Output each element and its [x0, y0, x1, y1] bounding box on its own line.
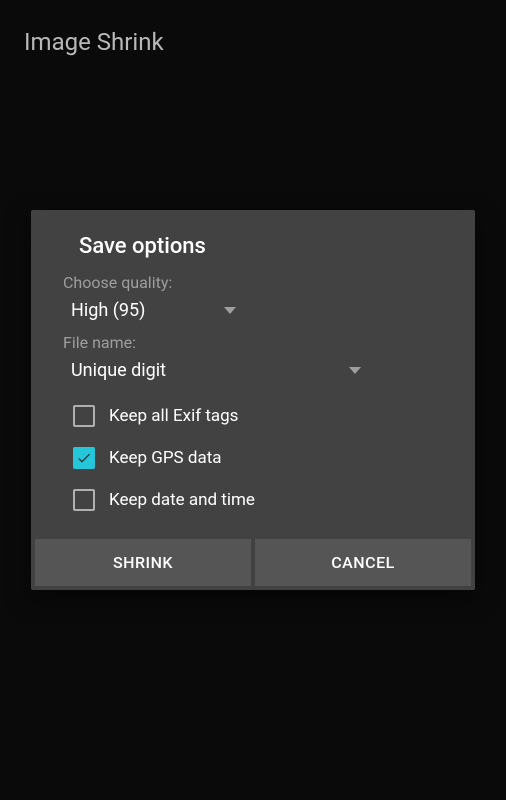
- dialog-title: Save options: [31, 234, 475, 267]
- checkbox-date-label: Keep date and time: [109, 490, 255, 510]
- dropdown-arrow-icon: [224, 307, 236, 314]
- checkbox-gps[interactable]: [73, 447, 95, 469]
- checkbox-group: Keep all Exif tags Keep GPS data Keep da…: [63, 395, 443, 521]
- quality-value: High (95): [71, 300, 145, 321]
- filename-spinner[interactable]: Unique digit: [63, 354, 363, 387]
- checkmark-icon: [76, 450, 92, 466]
- dialog-buttons: SHRINK CANCEL: [31, 539, 475, 590]
- checkbox-row-date[interactable]: Keep date and time: [63, 479, 443, 521]
- dropdown-arrow-icon: [349, 367, 361, 374]
- cancel-button[interactable]: CANCEL: [255, 539, 471, 586]
- dialog-content: Choose quality: High (95) File name: Uni…: [31, 273, 475, 539]
- quality-spinner[interactable]: High (95): [63, 294, 238, 327]
- filename-label: File name:: [63, 333, 443, 352]
- checkbox-row-gps[interactable]: Keep GPS data: [63, 437, 443, 479]
- filename-value: Unique digit: [71, 360, 166, 381]
- checkbox-date[interactable]: [73, 489, 95, 511]
- checkbox-exif-label: Keep all Exif tags: [109, 406, 238, 426]
- save-options-dialog: Save options Choose quality: High (95) F…: [31, 210, 475, 590]
- quality-label: Choose quality:: [63, 273, 443, 292]
- checkbox-row-exif[interactable]: Keep all Exif tags: [63, 395, 443, 437]
- dialog-overlay: Save options Choose quality: High (95) F…: [0, 0, 506, 800]
- checkbox-gps-label: Keep GPS data: [109, 448, 222, 468]
- checkbox-exif[interactable]: [73, 405, 95, 427]
- shrink-button[interactable]: SHRINK: [35, 539, 251, 586]
